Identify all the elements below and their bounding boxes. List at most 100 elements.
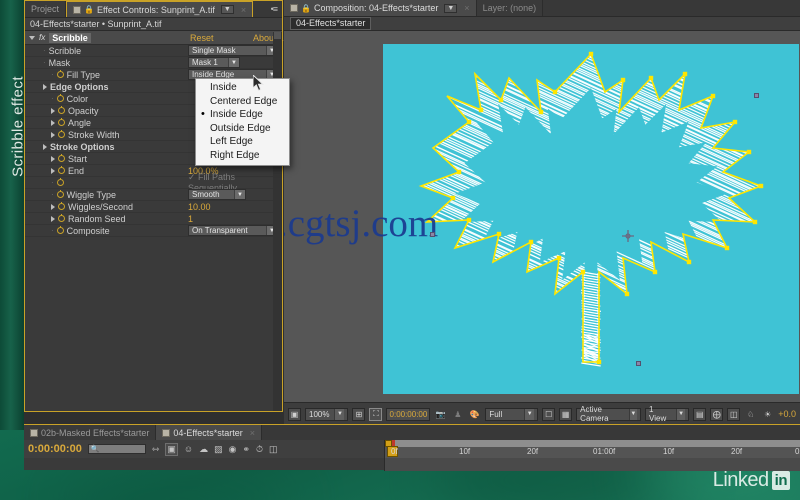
property-disclosure-icon[interactable] bbox=[51, 131, 55, 138]
composition-mini-flowchart-icon[interactable]: ⇿ bbox=[152, 444, 160, 455]
scrollbar-thumb[interactable] bbox=[274, 32, 281, 39]
property-disclosure-icon[interactable] bbox=[51, 107, 55, 114]
property-select[interactable]: On Transparent ▼ bbox=[188, 225, 278, 236]
property-row[interactable]: · Mask Mask 1 ▼ bbox=[25, 57, 282, 69]
effect-name[interactable]: Scribble bbox=[49, 32, 91, 43]
search-input[interactable]: 🔍 bbox=[87, 444, 146, 454]
tab-timeline-04[interactable]: 04-Effects*starter × bbox=[156, 425, 263, 440]
dropdown-option[interactable]: Right Edge bbox=[196, 149, 289, 163]
composition-lock-icon[interactable]: 🔒 bbox=[301, 4, 311, 13]
camera-select[interactable]: Active Camera ▼ bbox=[576, 405, 642, 423]
reset-button[interactable]: Reset bbox=[190, 33, 214, 43]
composition-chevron-down-icon[interactable]: ▼ bbox=[444, 3, 458, 13]
dropdown-option[interactable]: Outside Edge bbox=[196, 122, 289, 136]
stopwatch-icon[interactable] bbox=[58, 214, 65, 222]
tab-effect-controls[interactable]: 🔒 Effect Controls: Sunprint_A.tif ▼ × bbox=[66, 1, 254, 17]
region-target-icon[interactable]: ☐ bbox=[542, 407, 556, 421]
resolution-select[interactable]: Full ▼ bbox=[485, 407, 539, 421]
pixel-aspect-icon[interactable]: ▤ bbox=[693, 407, 707, 421]
mask-anchor-point[interactable] bbox=[430, 232, 435, 237]
stopwatch-icon[interactable] bbox=[56, 226, 64, 234]
graph-editor-icon[interactable]: ⚭ bbox=[242, 444, 250, 455]
search-field[interactable] bbox=[99, 444, 144, 454]
composition-viewport[interactable]: www.cgtsj.com bbox=[284, 31, 800, 402]
dropdown-option[interactable]: Inside bbox=[196, 81, 289, 95]
auto-keyframe-icon[interactable]: ⏱ bbox=[256, 444, 263, 455]
property-disclosure-icon[interactable] bbox=[51, 119, 55, 126]
views-select[interactable]: 1 View ▼ bbox=[645, 405, 690, 423]
motion-blur-icon[interactable]: ▨ bbox=[214, 444, 223, 455]
dropdown-option[interactable]: Left Edge bbox=[196, 135, 289, 149]
fast-previews-icon[interactable]: ⨁ bbox=[710, 407, 724, 421]
timeline-ruler[interactable]: 0f 10f 20f 01:00f 10f 20f 02:00f bbox=[384, 440, 800, 471]
stopwatch-icon[interactable] bbox=[56, 94, 64, 102]
composition-name-chip[interactable]: 04-Effects*starter bbox=[290, 17, 372, 30]
snapshot-icon[interactable]: 📷 bbox=[434, 408, 447, 421]
work-area-bar[interactable] bbox=[385, 440, 800, 447]
stopwatch-icon[interactable] bbox=[56, 178, 64, 186]
always-preview-icon[interactable]: ▣ bbox=[288, 407, 301, 421]
property-row[interactable]: · Scribble Single Mask ▼ bbox=[25, 45, 282, 57]
camera-chevron-down-icon[interactable]: ▼ bbox=[628, 408, 638, 420]
tab-timeline-02b[interactable]: 02b-Masked Effects*starter bbox=[24, 425, 157, 440]
property-disclosure-icon[interactable] bbox=[51, 155, 55, 162]
stopwatch-icon[interactable] bbox=[58, 154, 65, 162]
stopwatch-icon[interactable] bbox=[58, 106, 65, 114]
property-select[interactable]: Mask 1 ▼ bbox=[188, 57, 240, 68]
mask-anchor-point[interactable] bbox=[636, 361, 641, 366]
exposure-icon[interactable]: ☀ bbox=[761, 408, 774, 421]
composition-canvas[interactable] bbox=[383, 44, 799, 394]
tab-composition[interactable]: 🔒 Composition: 04-Effects*starter ▼ × bbox=[284, 0, 477, 16]
property-row[interactable]: Wiggles/Second 10.00 bbox=[25, 201, 282, 213]
property-value[interactable]: 10.00 bbox=[188, 202, 211, 212]
timeline-toggle-icon[interactable]: ◫ bbox=[727, 407, 741, 421]
lock-icon[interactable]: 🔒 bbox=[84, 5, 94, 14]
brainstorm-icon[interactable]: ◉ bbox=[229, 444, 237, 455]
tab-layer[interactable]: Layer: (none) bbox=[476, 0, 544, 16]
property-disclosure-icon[interactable] bbox=[51, 167, 55, 174]
mask-anchor-point[interactable] bbox=[754, 93, 759, 98]
frame-blending-icon[interactable]: ☁ bbox=[199, 444, 208, 455]
property-select-chevron-down-icon[interactable]: ▼ bbox=[228, 58, 239, 67]
property-disclosure-icon[interactable] bbox=[43, 143, 47, 150]
show-snapshot-icon[interactable]: ♟ bbox=[451, 408, 464, 421]
property-select[interactable]: Single Mask ▼ bbox=[188, 45, 278, 56]
region-of-interest-icon[interactable]: ⛶ bbox=[369, 407, 383, 421]
property-disclosure-icon[interactable] bbox=[51, 203, 55, 210]
draft-3d-icon[interactable]: ▣ bbox=[165, 442, 178, 456]
tab-project[interactable]: Project bbox=[25, 1, 67, 17]
panel-menu-icon[interactable]: •≡ bbox=[266, 1, 282, 17]
stopwatch-icon[interactable] bbox=[58, 118, 65, 126]
fill-type-dropdown-menu[interactable]: Inside Centered Edge • Inside Edge Outside E… bbox=[195, 78, 290, 166]
property-row[interactable]: · Composite On Transparent ▼ bbox=[25, 225, 282, 237]
transparency-grid-icon[interactable]: ▦ bbox=[559, 407, 573, 421]
property-select[interactable]: Smooth ▼ bbox=[188, 189, 246, 200]
stopwatch-icon[interactable] bbox=[56, 70, 64, 78]
resolution-chevron-down-icon[interactable]: ▼ bbox=[524, 408, 535, 420]
chevron-down-icon[interactable]: ▼ bbox=[220, 5, 234, 14]
stopwatch-icon[interactable] bbox=[58, 202, 65, 210]
timeline-current-time[interactable]: 0:00:00:00 bbox=[28, 443, 82, 455]
composition-close-icon[interactable]: × bbox=[464, 3, 469, 13]
channel-rgb-icon[interactable]: 🎨 bbox=[468, 408, 481, 421]
dropdown-option[interactable]: • Inside Edge bbox=[196, 108, 289, 122]
property-row[interactable]: · Wiggle Type Smooth ▼ bbox=[25, 189, 282, 201]
zoom-select[interactable]: 100% ▼ bbox=[305, 407, 349, 421]
property-row[interactable]: · ✓ Fill Paths Sequentially bbox=[25, 172, 282, 193]
comp-flowchart-icon[interactable]: ♘ bbox=[744, 408, 757, 421]
property-row[interactable]: Random Seed 1 bbox=[25, 213, 282, 225]
disclosure-triangle-icon[interactable] bbox=[29, 35, 35, 40]
views-chevron-down-icon[interactable]: ▼ bbox=[675, 408, 686, 420]
property-disclosure-icon[interactable] bbox=[51, 215, 55, 222]
stopwatch-icon[interactable] bbox=[56, 190, 64, 198]
live-update-icon[interactable]: ◫ bbox=[269, 444, 278, 455]
stopwatch-icon[interactable] bbox=[58, 130, 65, 138]
property-select-chevron-down-icon[interactable]: ▼ bbox=[234, 190, 245, 199]
timeline-close-icon[interactable]: × bbox=[250, 428, 255, 438]
stopwatch-icon[interactable] bbox=[58, 166, 65, 174]
property-disclosure-icon[interactable] bbox=[43, 83, 47, 90]
property-value[interactable]: 1 bbox=[188, 214, 193, 224]
timecode-field[interactable]: 0:00:00:00 bbox=[386, 407, 431, 421]
close-icon[interactable]: × bbox=[241, 5, 246, 15]
dropdown-option[interactable]: Centered Edge bbox=[196, 95, 289, 109]
